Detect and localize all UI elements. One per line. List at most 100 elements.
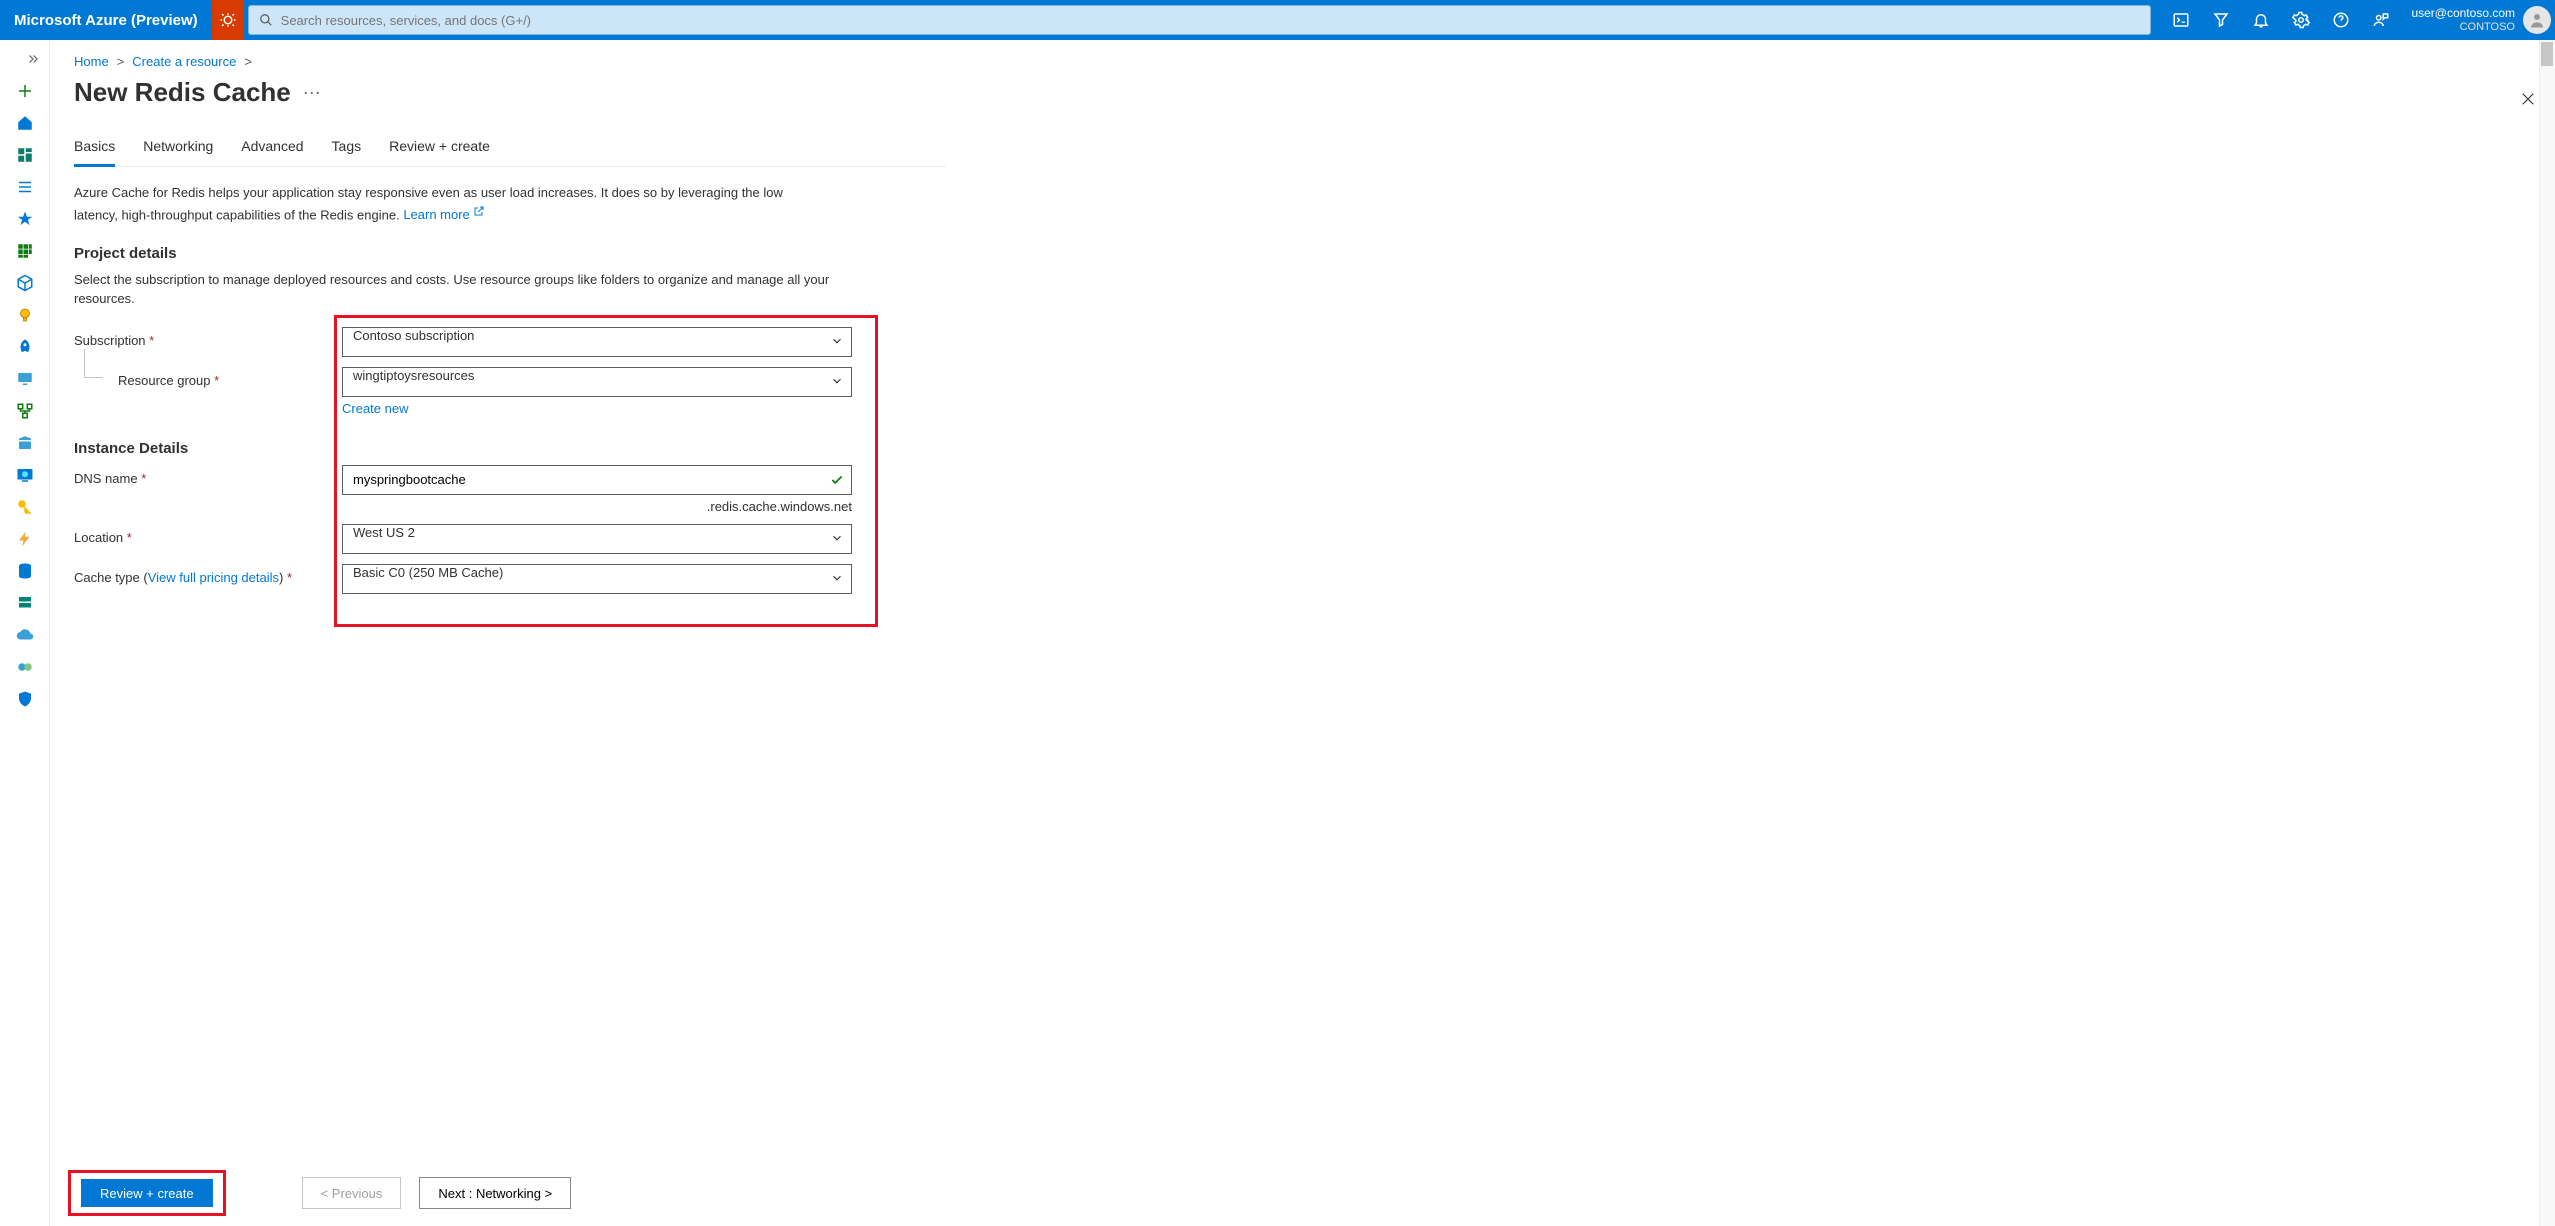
breadcrumb-create[interactable]: Create a resource [132, 54, 236, 69]
description: Azure Cache for Redis helps your applica… [74, 183, 824, 225]
row-dns: DNS name * .redis.cache.windows.net [74, 465, 946, 514]
directories-button[interactable] [2201, 0, 2241, 40]
page-title: New Redis Cache [74, 77, 291, 108]
nav-favorites[interactable] [8, 204, 42, 234]
plus-icon [16, 82, 34, 100]
project-details-heading: Project details [74, 245, 946, 262]
vm-icon [16, 370, 34, 388]
nav-sql[interactable] [8, 556, 42, 586]
nav-dashboard[interactable] [8, 140, 42, 170]
location-select[interactable]: West US 2 [342, 524, 852, 554]
required-marker: * [214, 373, 219, 388]
review-create-button[interactable]: Review + create [81, 1179, 213, 1207]
breadcrumb-sep: > [117, 54, 125, 69]
rocket-icon [16, 338, 34, 356]
search-icon [259, 13, 273, 27]
help-icon [2332, 11, 2350, 29]
nav-cloud[interactable] [8, 620, 42, 650]
next-button[interactable]: Next : Networking > [419, 1177, 571, 1209]
help-button[interactable] [2321, 0, 2361, 40]
feedback-button[interactable] [2361, 0, 2401, 40]
storage-icon [16, 434, 34, 452]
main-content: Home > Create a resource > New Redis Cac… [50, 40, 2555, 1226]
tab-tags[interactable]: Tags [332, 138, 362, 166]
tab-advanced[interactable]: Advanced [241, 138, 303, 166]
nav-quickstart[interactable] [8, 332, 42, 362]
nav-keys[interactable] [8, 492, 42, 522]
brand-label: Microsoft Azure (Preview) [0, 12, 212, 29]
nav-storage[interactable] [8, 428, 42, 458]
subscription-value: Contoso subscription [342, 327, 852, 357]
required-marker: * [127, 530, 132, 545]
tab-networking[interactable]: Networking [143, 138, 213, 166]
nav-vm[interactable] [8, 364, 42, 394]
cache-type-select[interactable]: Basic C0 (250 MB Cache) [342, 564, 852, 594]
subscription-select[interactable]: Contoso subscription [342, 327, 852, 357]
required-marker: * [141, 471, 146, 486]
row-cache-type: Cache type (View full pricing details) *… [74, 564, 946, 594]
resource-group-select[interactable]: wingtiptoysresources [342, 367, 852, 397]
tab-review[interactable]: Review + create [389, 138, 490, 166]
bell-icon [2252, 11, 2270, 29]
person-feedback-icon [2372, 11, 2390, 29]
advisor-icon [16, 658, 34, 676]
nav-cosmos[interactable] [8, 588, 42, 618]
left-nav [0, 40, 50, 1226]
tab-basics[interactable]: Basics [74, 138, 115, 167]
pricing-details-link[interactable]: View full pricing details [148, 570, 279, 585]
search-box[interactable] [248, 5, 2152, 35]
dns-input[interactable] [342, 465, 852, 495]
row-resource-group: Resource group * wingtiptoysresources Cr… [74, 367, 946, 416]
close-icon [2519, 90, 2537, 108]
cache-type-value: Basic C0 (250 MB Cache) [342, 564, 852, 594]
nav-resource-groups[interactable] [8, 268, 42, 298]
close-button[interactable] [2519, 90, 2537, 111]
star-icon [16, 210, 34, 228]
location-value: West US 2 [342, 524, 852, 554]
preview-bug-button[interactable] [212, 0, 244, 40]
subscription-label: Subscription * [74, 327, 342, 348]
search-input[interactable] [281, 13, 2141, 28]
cloud-shell-button[interactable] [2161, 0, 2201, 40]
expand-nav-button[interactable] [0, 44, 50, 74]
top-icons: user@contoso.com CONTOSO [2161, 0, 2555, 40]
breadcrumb-sep2: > [244, 54, 252, 69]
chevron-right-double-icon [26, 52, 40, 66]
cloud-shell-icon [2172, 11, 2190, 29]
nav-create-resource[interactable] [8, 76, 42, 106]
avatar [2523, 6, 2551, 34]
row-location: Location * West US 2 [74, 524, 946, 554]
create-new-link[interactable]: Create new [342, 401, 408, 416]
notifications-button[interactable] [2241, 0, 2281, 40]
shield-icon [16, 690, 34, 708]
required-marker: * [149, 333, 154, 348]
cache-type-label: Cache type (View full pricing details) * [74, 564, 342, 585]
nav-home[interactable] [8, 108, 42, 138]
lightbulb-icon [16, 306, 34, 324]
nav-all-services[interactable] [8, 172, 42, 202]
breadcrumb-home[interactable]: Home [74, 54, 109, 69]
scrollbar-thumb[interactable] [2541, 42, 2553, 66]
tenant-name: CONTOSO [2411, 21, 2515, 34]
learn-more-link[interactable]: Learn more [403, 207, 485, 222]
search-wrap [244, 1, 2162, 39]
footer-buttons: Review + create < Previous Next : Networ… [68, 1170, 2537, 1216]
monitor-icon [16, 466, 34, 484]
nav-security[interactable] [8, 684, 42, 714]
account-button[interactable]: user@contoso.com CONTOSO [2401, 6, 2555, 34]
nav-monitor[interactable] [8, 460, 42, 490]
settings-button[interactable] [2281, 0, 2321, 40]
nav-functions[interactable] [8, 524, 42, 554]
dashboard-icon [16, 146, 34, 164]
more-button[interactable]: ··· [303, 82, 321, 103]
nav-load-balancers[interactable] [8, 396, 42, 426]
nav-all-resources[interactable] [8, 236, 42, 266]
grid-icon [16, 242, 34, 260]
scrollbar[interactable] [2539, 40, 2555, 1226]
project-details-sub: Select the subscription to manage deploy… [74, 270, 854, 309]
top-bar: Microsoft Azure (Preview) user@con [0, 0, 2555, 40]
instance-details-heading: Instance Details [74, 440, 946, 457]
dns-input-wrap [342, 465, 852, 495]
nav-app-services[interactable] [8, 300, 42, 330]
nav-advisor[interactable] [8, 652, 42, 682]
